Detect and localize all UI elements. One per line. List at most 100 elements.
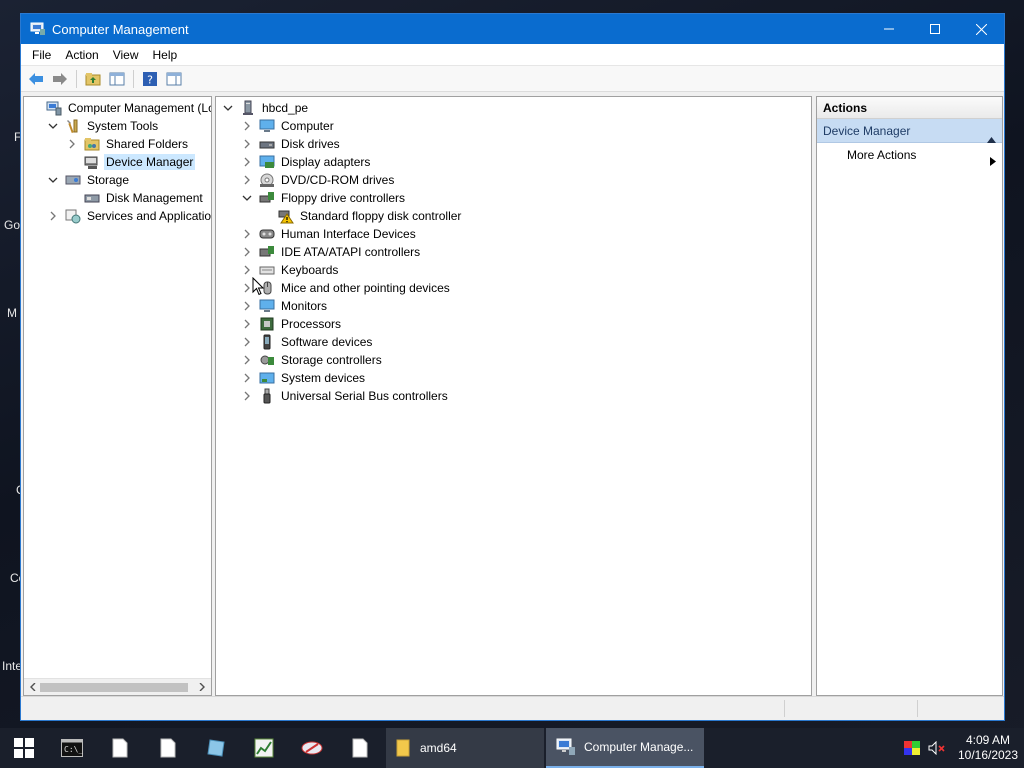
console-tree-item-device-manager[interactable]: Device Manager	[66, 153, 196, 171]
console-tree-item-storage[interactable]: Storage	[47, 171, 131, 189]
scroll-right-arrow-icon[interactable]	[196, 681, 208, 693]
document-icon	[112, 738, 128, 758]
warning-device-icon	[278, 208, 294, 224]
taskbar-notepad-1[interactable]	[96, 728, 144, 768]
volume-muted-icon[interactable]	[928, 741, 946, 755]
back-button[interactable]	[25, 68, 47, 90]
chevron-right-icon[interactable]	[241, 390, 253, 402]
taskbar-folder-label: amd64	[420, 741, 457, 755]
computer-root-icon	[240, 100, 256, 116]
forward-button[interactable]	[49, 68, 71, 90]
taskbar-command-prompt[interactable]: C:\_	[48, 728, 96, 768]
tree-item-label: Storage	[87, 173, 130, 187]
chevron-right-icon[interactable]	[241, 174, 253, 186]
taskbar-clock[interactable]: 4:09 AM 10/16/2023	[952, 733, 1024, 763]
help-button[interactable]: ?	[139, 68, 161, 90]
window-title: Computer Management	[52, 21, 189, 37]
device-tree-item-system-devices[interactable]: System devices	[241, 369, 367, 387]
title-bar[interactable]: Computer Management	[21, 14, 1004, 44]
actions-section-device-manager[interactable]: Device Manager	[817, 119, 1002, 143]
taskbar-app-chart[interactable]	[240, 728, 288, 768]
chevron-down-icon[interactable]	[241, 192, 253, 204]
taskbar-notepad-2[interactable]	[144, 728, 192, 768]
display-color-icon[interactable]	[904, 741, 920, 755]
taskbar-computer-management[interactable]: Computer Manage...	[546, 728, 704, 768]
show-hide-action-pane-button[interactable]	[163, 68, 185, 90]
device-tree-item-processors[interactable]: Processors	[241, 315, 343, 333]
chevron-right-icon[interactable]	[241, 228, 253, 240]
chevron-down-icon[interactable]	[47, 120, 59, 132]
menu-action[interactable]: Action	[58, 44, 105, 66]
device-tree-item-storage-controllers[interactable]: Storage controllers	[241, 351, 384, 369]
console-tree-item-computer-management-local[interactable]: Computer Management (Local	[28, 99, 211, 117]
device-tree-item-software-devices[interactable]: Software devices	[241, 333, 374, 351]
device-tree-item-floppy-drive-controllers[interactable]: Floppy drive controllers	[241, 189, 407, 207]
menu-view[interactable]: View	[106, 44, 146, 66]
minimize-button[interactable]	[866, 14, 912, 44]
action-pane-icon	[166, 72, 182, 85]
taskbar-folder-amd64[interactable]: amd64	[386, 728, 544, 768]
chevron-right-icon[interactable]	[241, 156, 253, 168]
device-tree-item-standard-floppy-disk-controller[interactable]: Standard floppy disk controller	[260, 207, 463, 225]
device-tree-item-universal-serial-bus-controllers[interactable]: Universal Serial Bus controllers	[241, 387, 450, 405]
chevron-right-icon[interactable]	[241, 300, 253, 312]
taskbar-notepad-3[interactable]	[336, 728, 384, 768]
toolbar: ?	[21, 66, 1004, 92]
document-icon	[352, 738, 368, 758]
computer-management-app-icon	[30, 21, 46, 37]
back-arrow-icon	[29, 72, 43, 85]
chevron-right-icon[interactable]	[241, 372, 253, 384]
status-bar	[21, 696, 1004, 720]
tree-item-label: IDE ATA/ATAPI controllers	[281, 245, 421, 259]
horizontal-scrollbar[interactable]	[24, 678, 211, 695]
device-tree-item-display-adapters[interactable]: Display adapters	[241, 153, 372, 171]
tree-item-label: DVD/CD-ROM drives	[281, 173, 395, 187]
device-tree-item-monitors[interactable]: Monitors	[241, 297, 329, 315]
console-tree-item-disk-management[interactable]: Disk Management	[66, 189, 205, 207]
chevron-right-icon[interactable]	[241, 354, 253, 366]
menu-bar: File Action View Help	[21, 44, 1004, 66]
display-adapter-icon	[259, 154, 275, 170]
tree-item-label: Standard floppy disk controller	[300, 209, 462, 223]
show-hide-console-tree-button[interactable]	[106, 68, 128, 90]
device-tree-item-mice-and-other-pointing-devices[interactable]: Mice and other pointing devices	[241, 279, 452, 297]
chevron-down-icon[interactable]	[222, 102, 234, 114]
start-button[interactable]	[0, 728, 48, 768]
device-tree-item-human-interface-devices[interactable]: Human Interface Devices	[241, 225, 418, 243]
device-tree-item-hbcd-pe[interactable]: hbcd_pe	[222, 99, 310, 117]
close-button[interactable]	[958, 14, 1004, 44]
device-tree-pane[interactable]: hbcd_pe Computer Disk drives Display adapte…	[215, 96, 812, 696]
tree-item-label: hbcd_pe	[262, 101, 309, 115]
taskbar-app-snipping[interactable]	[288, 728, 336, 768]
device-tree-item-disk-drives[interactable]: Disk drives	[241, 135, 342, 153]
device-tree-item-computer[interactable]: Computer	[241, 117, 336, 135]
taskbar-app-glass[interactable]	[192, 728, 240, 768]
console-tree-item-services-and-applications[interactable]: Services and Applications	[47, 207, 211, 225]
device-tree-item-ide-ata-atapi-controllers[interactable]: IDE ATA/ATAPI controllers	[241, 243, 422, 261]
chevron-right-icon[interactable]	[47, 210, 59, 222]
chevron-right-icon[interactable]	[241, 264, 253, 276]
menu-file[interactable]: File	[25, 44, 58, 66]
scroll-thumb[interactable]	[40, 683, 188, 692]
chevron-right-icon[interactable]	[241, 336, 253, 348]
console-tree-item-shared-folders[interactable]: Shared Folders	[66, 135, 190, 153]
services-icon	[65, 208, 81, 224]
computer-management-icon	[46, 100, 62, 116]
up-one-level-button[interactable]	[82, 68, 104, 90]
chevron-right-icon[interactable]	[241, 246, 253, 258]
console-tree-item-system-tools[interactable]: System Tools	[47, 117, 160, 135]
menu-help[interactable]: Help	[146, 44, 185, 66]
chevron-right-icon[interactable]	[241, 318, 253, 330]
chevron-right-icon[interactable]	[241, 138, 253, 150]
disk-drive-icon	[259, 136, 275, 152]
scroll-left-arrow-icon[interactable]	[27, 681, 39, 693]
chevron-right-icon[interactable]	[241, 120, 253, 132]
device-tree-item-dvd-cd-rom-drives[interactable]: DVD/CD-ROM drives	[241, 171, 396, 189]
computer-management-window: Computer Management File Action View Hel…	[20, 13, 1005, 721]
chevron-right-icon[interactable]	[66, 138, 78, 150]
maximize-button[interactable]	[912, 14, 958, 44]
more-actions-item[interactable]: More Actions	[817, 143, 1002, 167]
chevron-down-icon[interactable]	[47, 174, 59, 186]
console-tree-pane[interactable]: Computer Management (Local System Tools Sh…	[23, 96, 212, 696]
monitor-icon	[259, 298, 275, 314]
